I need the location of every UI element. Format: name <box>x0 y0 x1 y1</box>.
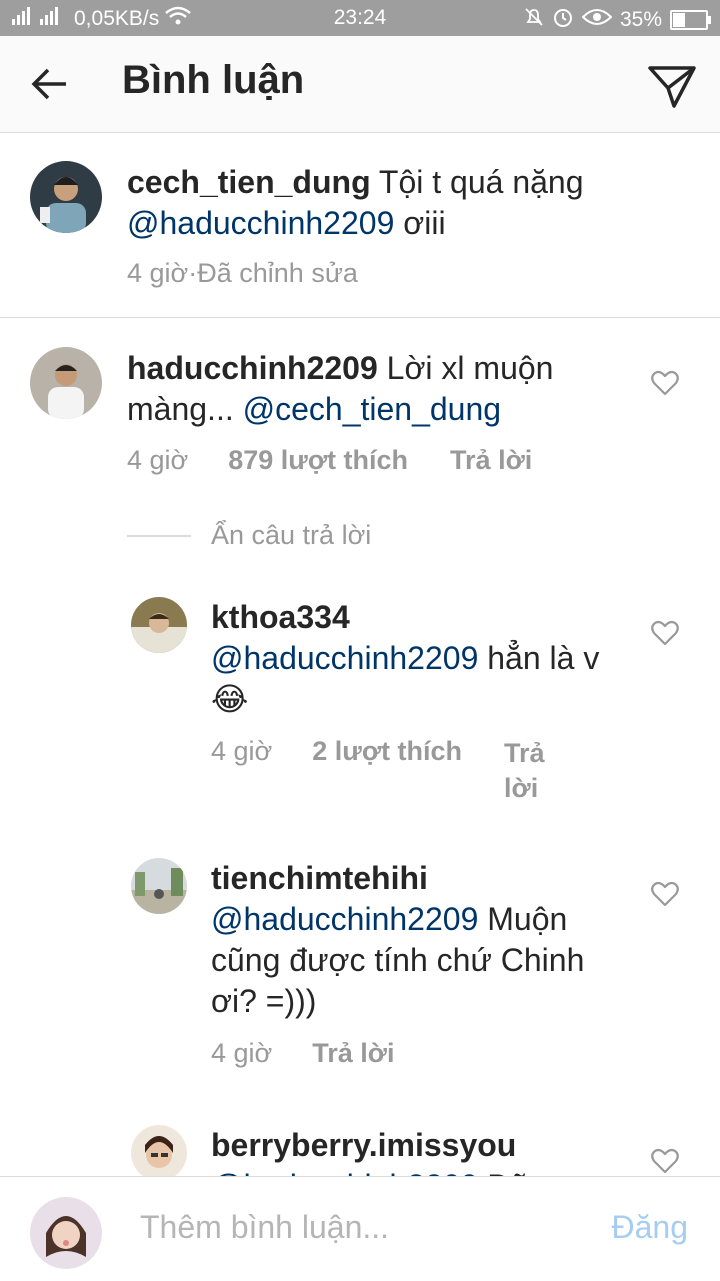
avatar[interactable] <box>131 858 187 914</box>
app-bar: Bình luận <box>0 36 720 133</box>
reply-username[interactable]: kthoa334 <box>211 599 350 635</box>
heart-icon[interactable] <box>651 620 679 646</box>
comment-input[interactable]: Thêm bình luận... <box>140 1209 389 1246</box>
meta-separator: · <box>188 258 198 288</box>
avatar[interactable] <box>131 597 187 653</box>
comment-time: 4 giờ <box>127 445 189 475</box>
reply-button[interactable]: Trả lời <box>312 1038 394 1069</box>
reply-text: kthoa334 @haducchinh2209 hẳn là v 😂 <box>211 597 621 720</box>
caption: cech_tien_dung Tội t quá nặng @haducchin… <box>0 133 720 318</box>
status-bar: 0,05KB/s 23:24 35% <box>0 0 720 36</box>
alarm-icon <box>552 6 574 34</box>
divider <box>127 534 191 537</box>
comment-mention[interactable]: @cech_tien_dung <box>243 391 501 427</box>
avatar <box>30 1197 102 1269</box>
reply-mention[interactable]: @haducchinh2209 <box>211 1168 478 1176</box>
comment-username[interactable]: haducchinh2209 <box>127 350 378 386</box>
reply-button[interactable]: Trả lời <box>504 736 545 806</box>
reply-button-line1: Trả <box>504 738 545 768</box>
caption-mention[interactable]: @haducchinh2209 <box>127 205 394 241</box>
reply-meta: 4 giờ Trả lời <box>211 1038 394 1069</box>
hide-replies-label: Ẩn câu trả lời <box>211 520 372 550</box>
caption-body-end: ơiii <box>394 205 446 241</box>
battery-percent: 35% <box>619 8 662 31</box>
laughing-emoji: 😂 <box>211 681 249 717</box>
heart-icon[interactable] <box>651 881 679 907</box>
arrow-left-icon[interactable] <box>28 62 72 106</box>
reply-username[interactable]: berryberry.imissyou <box>211 1127 516 1163</box>
comment-composer: Thêm bình luận... Đăng <box>0 1176 720 1281</box>
caption-time: 4 giờ <box>127 258 189 288</box>
reply-mention[interactable]: @haducchinh2209 <box>211 640 478 676</box>
caption-username[interactable]: cech_tien_dung <box>127 164 371 200</box>
mute-icon <box>524 7 544 33</box>
avatar[interactable] <box>131 1125 187 1181</box>
reply-time: 4 giờ <box>211 1038 273 1068</box>
edited-label: Đã chỉnh sửa <box>197 258 358 288</box>
reply-body: Đã <box>478 1168 528 1176</box>
heart-icon[interactable] <box>651 1148 679 1174</box>
reply-button[interactable]: Trả lời <box>450 445 532 476</box>
reply-body: hẳn là v <box>478 640 600 676</box>
comment-likes[interactable]: 879 lượt thích <box>228 445 408 476</box>
reply-text: berryberry.imissyou @haducchinh2209 Đã <box>211 1125 631 1176</box>
heart-icon[interactable] <box>651 370 679 396</box>
reply-mention[interactable]: @haducchinh2209 <box>211 901 478 937</box>
reply-button-line2: lời <box>504 773 539 803</box>
reply-text: tienchimtehihi @haducchinh2209 Muộn cũng… <box>211 858 631 1022</box>
caption-text: cech_tien_dung Tội t quá nặng @haducchin… <box>127 162 687 244</box>
comment-meta: 4 giờ 879 lượt thích Trả lời <box>127 445 532 476</box>
battery-icon <box>670 10 711 30</box>
paper-plane-icon[interactable] <box>646 60 698 112</box>
avatar[interactable] <box>30 161 102 233</box>
reply-likes[interactable]: 2 lượt thích <box>312 736 462 806</box>
comment-text: haducchinh2209 Lời xl muộn màng... @cech… <box>127 348 627 430</box>
page-title: Bình luận <box>122 58 305 102</box>
eye-icon <box>581 8 613 32</box>
post-button[interactable]: Đăng <box>612 1209 689 1246</box>
caption-body: Tội t quá nặng <box>370 164 584 200</box>
reply-time: 4 giờ <box>211 736 273 766</box>
hide-replies-toggle[interactable]: Ẩn câu trả lời <box>127 520 371 551</box>
reply-username[interactable]: tienchimtehihi <box>211 860 428 896</box>
avatar[interactable] <box>30 347 102 419</box>
reply-meta: 4 giờ 2 lượt thích Trả lời <box>211 736 545 806</box>
caption-meta: 4 giờ · Đã chỉnh sửa <box>127 258 358 289</box>
status-right: 35% <box>524 6 711 34</box>
